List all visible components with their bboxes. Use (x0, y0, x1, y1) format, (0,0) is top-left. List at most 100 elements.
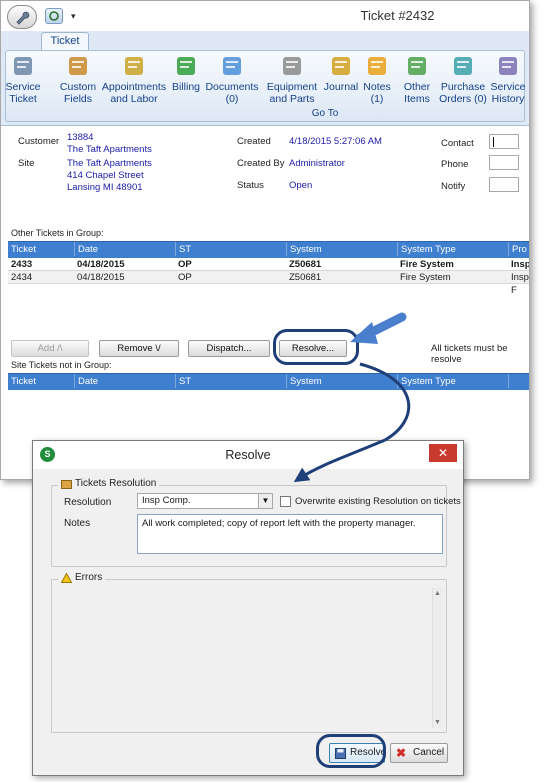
overwrite-checkbox[interactable] (280, 496, 291, 507)
ribbon: Ticket Service Ticket Custom Fields Appointm… (1, 31, 529, 126)
resolve-callout-ring (273, 329, 359, 365)
cancel-button-label: Cancel (413, 747, 445, 758)
created-label: Created (237, 136, 271, 147)
remove-button[interactable]: Remove \/ (99, 340, 179, 357)
ribbon-button-documents-4[interactable]: Documents (0) (197, 54, 267, 105)
col-date[interactable]: Date (74, 374, 98, 388)
col-system-type[interactable]: System Type (397, 242, 456, 256)
site-city: Lansing MI 48901 (67, 182, 143, 193)
status-label: Status (237, 180, 264, 191)
table-row[interactable]: 2434 04/18/2015 OP Z50681 Fire System In… (8, 271, 529, 296)
ribbon-button-label: Service (5, 81, 41, 93)
cell-ticket: 2434 (11, 272, 33, 283)
title-bar: ▾ Ticket #2432 (1, 1, 529, 31)
tab-ticket[interactable]: Ticket (41, 32, 89, 51)
col-st[interactable]: ST (175, 374, 191, 388)
contact-label: Contact (441, 138, 474, 149)
notify-field[interactable] (489, 177, 519, 192)
equipment-icon (283, 57, 301, 75)
resolution-group-title: Tickets Resolution (75, 478, 157, 489)
cell-st: OP (178, 272, 192, 283)
add-button[interactable]: Add /\ (11, 340, 89, 357)
notify-label: Notify (441, 181, 466, 192)
resolve-dialog: S Resolve ✕ Tickets Resolution Resolutio… (32, 440, 464, 776)
scroll-up-icon[interactable]: ▲ (434, 590, 441, 597)
contact-field[interactable] (489, 134, 519, 149)
cell-ticket: 2433 (11, 259, 33, 270)
customer-name[interactable]: The Taft Apartments (67, 144, 152, 155)
created-value: 4/18/2015 5:27:06 AM (289, 136, 382, 147)
cell-system: Z50681 (289, 259, 322, 270)
purchase-order-icon (454, 57, 472, 75)
wrench-icon (14, 57, 32, 75)
cell-type: Fire System (400, 259, 454, 270)
col-system[interactable]: System (286, 242, 322, 256)
grid-header: Ticket Date ST System System Type (8, 373, 529, 390)
ribbon-button-service-10[interactable]: Service History (481, 54, 529, 105)
close-icon: ✖ (396, 746, 407, 760)
cell-system: Z50681 (289, 272, 322, 283)
scroll-down-icon[interactable]: ▼ (434, 719, 441, 726)
cell-pro: Insp (511, 259, 530, 270)
ribbon-button-sublabel: (0) (225, 93, 239, 105)
history-icon (499, 57, 517, 75)
col-system[interactable]: System (286, 374, 322, 388)
overwrite-label: Overwrite existing Resolution on tickets (295, 496, 461, 507)
ribbon-group-label: Go To (311, 108, 339, 119)
created-by-label: Created By (237, 158, 285, 169)
dialog-title-bar: S Resolve ✕ (33, 441, 463, 469)
col-ticket[interactable]: Ticket (8, 374, 36, 388)
close-button[interactable]: ✕ (429, 444, 457, 462)
group-note: All tickets must be resolve (431, 343, 508, 365)
col-system-type[interactable]: System Type (397, 374, 456, 388)
resolve-button-callout-ring (316, 734, 386, 768)
alarm-clock-icon (125, 57, 143, 75)
ribbon-button-label: Service (490, 81, 526, 93)
notes-label: Notes (64, 518, 91, 529)
status-value: Open (289, 180, 313, 191)
cancel-button[interactable]: ✖ Cancel (390, 743, 448, 763)
notes-field[interactable]: All work completed; copy of report left … (137, 514, 443, 554)
cell-pro: Insp-F (511, 272, 529, 296)
site-street: 414 Chapel Street (67, 170, 144, 181)
errors-list: ▲ ▼ (55, 588, 443, 728)
ribbon-button-service-0[interactable]: Service Ticket (1, 54, 48, 105)
tag-icon (408, 57, 426, 75)
ribbon-button-sublabel: History (491, 93, 525, 105)
col-st[interactable]: ST (175, 242, 191, 256)
ribbon-button-label: Documents (205, 81, 259, 93)
site-tickets-grid: Ticket Date ST System System Type (8, 373, 529, 390)
resolution-label: Resolution (64, 497, 112, 508)
document-icon (223, 57, 241, 75)
scrollbar[interactable]: ▲ ▼ (432, 588, 443, 728)
grid-header: Ticket Date ST System System Type Pro (8, 241, 529, 258)
resolution-dropdown[interactable]: Insp Comp. ▼ (137, 493, 273, 509)
table-row[interactable]: 2433 04/18/2015 OP Z50681 Fire System In… (8, 258, 530, 271)
dispatch-button[interactable]: Dispatch... (188, 340, 270, 357)
site-label: Site (18, 158, 35, 169)
col-extra[interactable] (508, 374, 512, 388)
cell-date: 04/18/2015 (77, 259, 125, 270)
resolution-value: Insp Comp. (142, 495, 191, 506)
journal-icon (332, 57, 350, 75)
ribbon-button-sublabel: and Parts (269, 93, 315, 105)
phone-label: Phone (441, 159, 469, 170)
ribbon-button-sublabel: Ticket (9, 93, 37, 105)
ribbon-button-sublabel: and Labor (110, 93, 158, 105)
folder-icon (61, 479, 72, 489)
phone-field[interactable] (489, 155, 519, 170)
note-icon (368, 57, 386, 75)
customer-number[interactable]: 13884 (67, 132, 93, 143)
col-date[interactable]: Date (74, 242, 98, 256)
dialog-title: Resolve (225, 448, 271, 462)
col-pro[interactable]: Pro (508, 242, 527, 256)
site-grid-label: Site Tickets not in Group: (11, 360, 112, 370)
col-ticket[interactable]: Ticket (8, 242, 36, 256)
cell-st: OP (178, 259, 192, 270)
site-name[interactable]: The Taft Apartments (67, 158, 152, 169)
group-grid-label: Other Tickets in Group: (11, 228, 104, 238)
chevron-down-icon[interactable]: ▼ (258, 494, 272, 508)
customer-label: Customer (18, 136, 60, 147)
window-title: Ticket #2432 (360, 8, 435, 23)
errors-group-title: Errors (75, 572, 103, 583)
